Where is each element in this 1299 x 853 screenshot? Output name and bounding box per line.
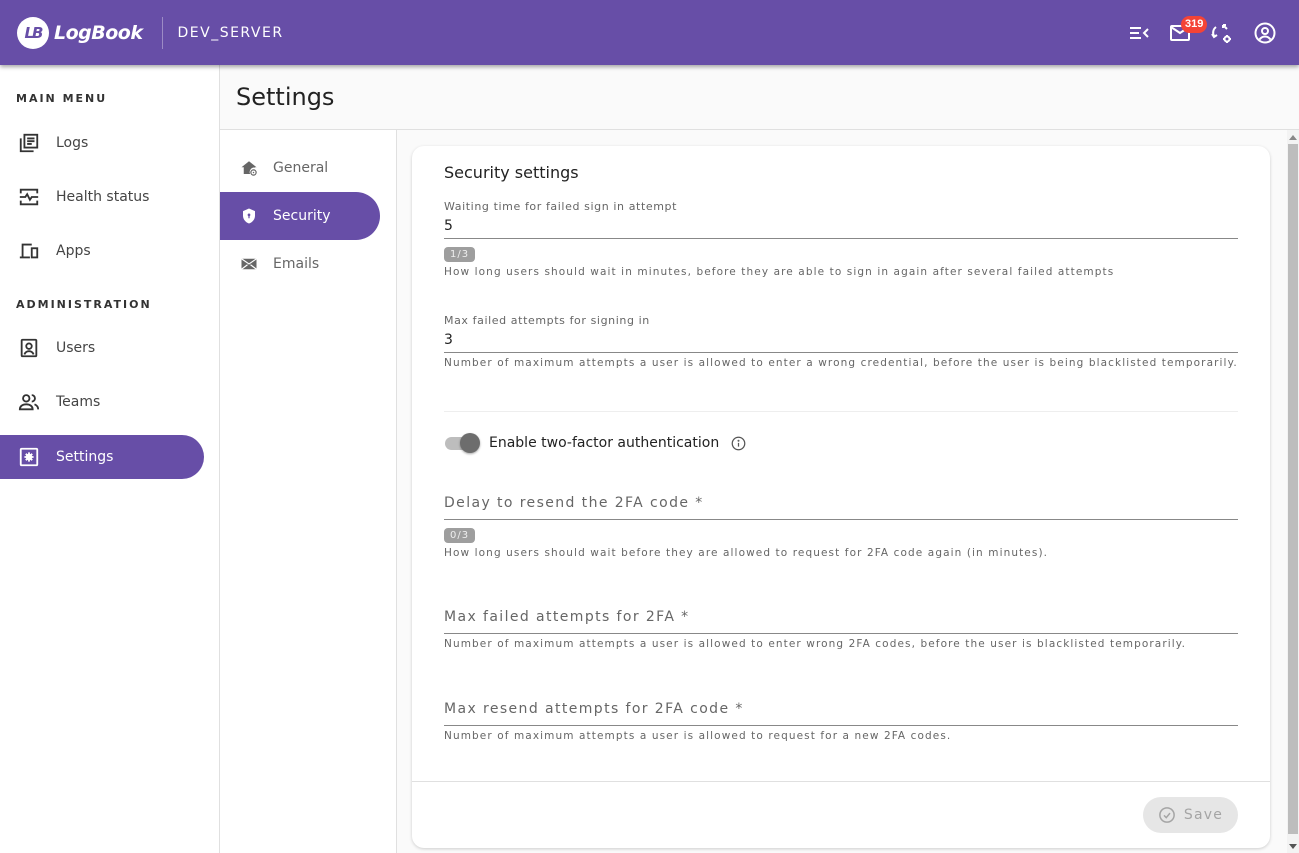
server-name: DEV_SERVER <box>177 24 284 41</box>
health-status-icon <box>18 186 40 208</box>
scroll-up-arrow-icon[interactable] <box>1289 135 1297 140</box>
resend-delay-hint: How long users should wait before they a… <box>444 547 1049 559</box>
content-area: Security settings Waiting time for faile… <box>397 130 1287 853</box>
security-settings-card: Security settings Waiting time for faile… <box>412 146 1270 848</box>
apps-icon <box>18 240 40 262</box>
main-menu-label: MAIN MENU <box>16 92 108 105</box>
settings-icon <box>18 446 40 468</box>
teams-icon <box>18 391 40 413</box>
input-underline <box>444 519 1238 520</box>
max-failed-2fa-input[interactable]: Max failed attempts for 2FA * <box>444 609 1238 633</box>
sidebar-item-health-status[interactable]: Health status <box>0 175 204 219</box>
vertical-scrollbar[interactable] <box>1287 130 1299 853</box>
sidebar-item-logs[interactable]: Logs <box>0 121 204 165</box>
card-title: Security settings <box>444 163 579 182</box>
scrollbar-thumb[interactable] <box>1288 144 1298 834</box>
check-circle-icon <box>1159 807 1175 823</box>
sidebar-item-label: Logs <box>56 135 89 151</box>
input-underline <box>444 633 1238 634</box>
two-factor-label: Enable two-factor authentication <box>489 435 720 451</box>
max-resend-2fa-hint: Number of maximum attempts a user is all… <box>444 730 952 742</box>
sidebar-item-label: Health status <box>56 189 150 205</box>
sidebar-item-apps[interactable]: Apps <box>0 229 204 273</box>
notifications-button[interactable]: 319 <box>1160 13 1208 53</box>
sidebar-item-label: Settings <box>56 449 114 465</box>
character-counter: 0/3 <box>444 528 476 543</box>
sidebar-item-users[interactable]: Users <box>0 326 204 370</box>
footer-divider <box>412 781 1270 782</box>
envelope-icon <box>240 255 258 273</box>
settings-nav-general[interactable]: General <box>220 144 380 192</box>
input-underline <box>444 725 1238 726</box>
sync-settings-button[interactable] <box>1201 13 1241 53</box>
sidebar: MAIN MENU Logs Health status Apps ADMINI… <box>0 65 220 853</box>
info-icon[interactable] <box>731 436 746 451</box>
max-failed-signin-field[interactable]: Max failed attempts for signing in 3 Num… <box>444 314 1238 370</box>
sidebar-item-label: Apps <box>56 243 91 259</box>
sidebar-item-label: Teams <box>56 394 101 410</box>
sidebar-item-settings[interactable]: Settings <box>0 435 204 479</box>
toggle-thumb <box>460 433 480 453</box>
menu-collapse-icon <box>1130 26 1149 39</box>
settings-nav-label: General <box>273 160 329 176</box>
input-underline <box>444 352 1238 353</box>
sidebar-item-label: Users <box>56 340 96 356</box>
max-failed-2fa-field[interactable]: Max failed attempts for 2FA * Number of … <box>444 609 1238 651</box>
shield-icon <box>240 207 258 225</box>
resend-delay-input[interactable]: Delay to resend the 2FA code * <box>444 495 1238 519</box>
logo-mark: LB <box>17 16 49 49</box>
resend-delay-field[interactable]: Delay to resend the 2FA code * 0/3 How l… <box>444 495 1238 560</box>
waiting-time-field[interactable]: Waiting time for failed sign in attempt … <box>444 200 1238 279</box>
max-failed-signin-label: Max failed attempts for signing in <box>444 314 650 327</box>
logo-text: LogBook <box>54 21 143 44</box>
page-header: Settings <box>220 65 1299 130</box>
logs-icon <box>18 132 40 154</box>
page-title: Settings <box>236 83 335 111</box>
settings-nav-label: Emails <box>273 256 320 272</box>
two-factor-toggle[interactable] <box>444 432 480 454</box>
max-failed-signin-input[interactable]: 3 <box>444 332 1238 352</box>
waiting-time-label: Waiting time for failed sign in attempt <box>444 200 678 213</box>
save-button[interactable]: Save <box>1143 797 1238 833</box>
section-divider <box>444 411 1238 412</box>
save-label: Save <box>1183 807 1224 823</box>
waiting-time-input[interactable]: 5 <box>444 218 1238 238</box>
topbar-divider <box>161 16 163 49</box>
max-resend-2fa-field[interactable]: Max resend attempts for 2FA code * Numbe… <box>444 701 1238 743</box>
menu-collapse-button[interactable] <box>1119 13 1159 53</box>
max-failed-signin-hint: Number of maximum attempts a user is all… <box>444 357 1238 369</box>
waiting-time-hint: How long users should wait in minutes, b… <box>444 266 1115 278</box>
settings-nav-label: Security <box>273 208 331 224</box>
sidebar-item-teams[interactable]: Teams <box>0 380 204 424</box>
settings-nav-emails[interactable]: Emails <box>220 240 380 288</box>
top-app-bar: LB LogBook DEV_SERVER 319 <box>0 0 1299 65</box>
settings-nav: General Security Emails <box>220 130 397 853</box>
sync-settings-icon <box>1211 23 1231 43</box>
home-gear-icon <box>240 159 258 177</box>
administration-label: ADMINISTRATION <box>16 298 152 311</box>
account-icon <box>1254 22 1276 43</box>
max-failed-2fa-hint: Number of maximum attempts a user is all… <box>444 638 1187 650</box>
max-resend-2fa-input[interactable]: Max resend attempts for 2FA code * <box>444 701 1238 725</box>
settings-nav-security[interactable]: Security <box>220 192 380 240</box>
users-icon <box>18 337 40 359</box>
logo[interactable]: LB LogBook <box>17 16 143 49</box>
character-counter: 1/3 <box>444 247 476 262</box>
account-button[interactable] <box>1245 13 1285 53</box>
input-underline <box>444 238 1238 239</box>
two-factor-row: Enable two-factor authentication <box>444 432 746 454</box>
scroll-down-arrow-icon[interactable] <box>1289 844 1297 849</box>
